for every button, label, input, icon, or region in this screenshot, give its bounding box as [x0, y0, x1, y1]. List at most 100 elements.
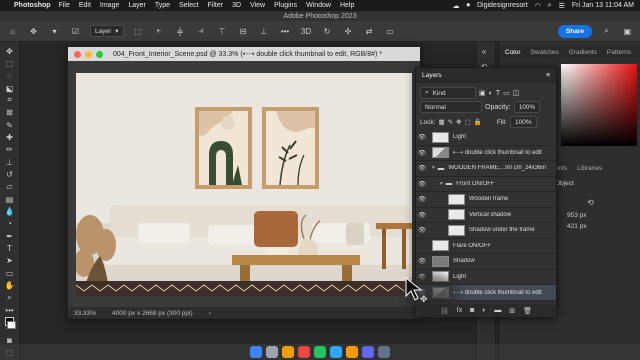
home-icon[interactable]: ⌂	[6, 25, 19, 38]
object-select-tool-icon[interactable]: ⬕	[3, 83, 17, 93]
frame-tool-icon[interactable]: ⊠	[3, 108, 17, 118]
visibility-eye-icon[interactable]: 👁	[416, 164, 428, 172]
chrome-icon[interactable]	[298, 346, 310, 358]
clock[interactable]: Fri Jan 13 11:04 AM	[572, 2, 634, 9]
layers-panel-header[interactable]: Layers ≡	[416, 68, 556, 83]
align-top-icon[interactable]: ⊤	[216, 25, 229, 38]
layer-thumbnail[interactable]	[432, 147, 449, 159]
clone-stamp-icon[interactable]: ⊥	[3, 157, 17, 167]
layer-name[interactable]: ⇠⇢ double click thumbnail to edit	[453, 149, 542, 156]
type-tool-icon[interactable]: T	[3, 243, 17, 253]
filter-adjust-icon[interactable]: ◐	[489, 90, 493, 97]
layer-row[interactable]: 👁 Wooden frame	[416, 192, 556, 208]
lock-paint-icon[interactable]: ✎	[448, 118, 453, 126]
video-icon[interactable]: ▭	[384, 25, 397, 38]
chevron-down-icon[interactable]: ▾	[432, 165, 435, 171]
menu-plugins[interactable]: Plugins	[274, 2, 297, 9]
chevron-down-icon[interactable]: ▾	[440, 181, 443, 187]
layer-name[interactable]: Shadow	[453, 258, 475, 264]
layer-name[interactable]: Shadow under the frame	[469, 227, 535, 233]
menu-3d[interactable]: 3D	[232, 2, 241, 9]
record-icon[interactable]: ⏺	[466, 2, 470, 10]
filter-type-icon[interactable]: T	[496, 90, 500, 97]
zoom-tool-icon[interactable]: ⌕	[3, 293, 17, 303]
tab-patterns[interactable]: Patterns	[607, 49, 631, 56]
auto-select-dropdown[interactable]: Layer ▾	[90, 25, 124, 37]
layer-thumbnail[interactable]	[448, 224, 465, 236]
collapse-icon[interactable]: «	[477, 46, 491, 57]
zoom-level[interactable]: 33.33%	[74, 310, 96, 317]
zoom-window-button[interactable]	[96, 50, 103, 58]
align-center-icon[interactable]: ╪	[174, 25, 187, 38]
menu-view[interactable]: View	[250, 2, 265, 9]
launchpad-icon[interactable]	[266, 346, 278, 358]
menu-image[interactable]: Image	[100, 2, 119, 9]
layer-row[interactable]: 👁 ⇠⇢ double click thumbnail to edit	[416, 146, 556, 161]
layer-name[interactable]: Light	[453, 134, 466, 140]
share-button[interactable]: Share	[557, 24, 592, 38]
move-tool-icon[interactable]: ✥	[3, 46, 17, 56]
filter-shape-icon[interactable]: ▭	[503, 89, 510, 97]
blur-tool-icon[interactable]: 💧	[3, 206, 17, 216]
visibility-eye-icon[interactable]: 👁	[416, 226, 428, 234]
layer-row[interactable]: Flare ON/OFF	[416, 239, 556, 254]
align-left-icon[interactable]: ⫦	[153, 25, 166, 38]
blend-mode-dropdown[interactable]: Normal	[420, 101, 482, 113]
brush-tool-icon[interactable]: ✏	[3, 145, 17, 155]
layer-row[interactable]: 👁 Vertical shadow	[416, 208, 556, 223]
photoshop-dock-icon[interactable]	[330, 346, 342, 358]
chevron-down-icon[interactable]: ▾	[48, 25, 61, 38]
layer-row[interactable]: 👁 ▾ ▬ Front ON/OFF	[416, 177, 556, 192]
panel-menu-icon[interactable]: ≡	[546, 72, 550, 79]
close-window-button[interactable]	[74, 50, 81, 58]
safari-icon[interactable]	[282, 346, 294, 358]
trash-icon[interactable]: 🗑	[523, 307, 532, 315]
history-brush-icon[interactable]: ↺	[3, 169, 17, 179]
layer-row[interactable]: 👁 Light	[416, 130, 556, 146]
layer-name[interactable]: WOODEN FRAME....90 cm_24x36in	[448, 165, 546, 171]
lock-all-icon[interactable]: 🔒	[474, 118, 482, 126]
settings-icon[interactable]	[362, 346, 374, 358]
minimize-window-button[interactable]	[85, 50, 92, 58]
healing-brush-icon[interactable]: ✚	[3, 132, 17, 142]
hand-tool-icon[interactable]: ✋	[3, 280, 17, 290]
pen-tool-icon[interactable]: ✒	[3, 231, 17, 241]
layer-row[interactable]: 👁 Shadow under the frame	[416, 223, 556, 239]
tab-gradients[interactable]: Gradients	[569, 49, 597, 56]
new-group-icon[interactable]: ▬	[494, 307, 501, 314]
new-adjustment-icon[interactable]: ◐	[482, 307, 486, 314]
background-color-swatch[interactable]	[7, 320, 16, 330]
layer-name[interactable]: Flare ON/OFF	[453, 243, 491, 249]
orbit-icon[interactable]: ↻	[321, 25, 334, 38]
menu-edit[interactable]: Edit	[79, 2, 91, 9]
search-icon[interactable]: ⌕	[600, 25, 613, 38]
menu-type[interactable]: Type	[155, 2, 170, 9]
menu-file[interactable]: File	[59, 2, 70, 9]
layer-name[interactable]: Vertical shadow	[469, 212, 511, 218]
layer-row[interactable]: 👁 Shadow	[416, 254, 556, 270]
document-tab[interactable]: 004_Front_Interior_Scene.psd @ 33.3% (⇠⇢…	[68, 47, 420, 61]
visibility-eye-icon[interactable]: 👁	[416, 257, 428, 265]
y-value[interactable]: 421 px	[567, 223, 587, 230]
trash-dock-icon[interactable]	[378, 346, 390, 358]
menu-window[interactable]: Window	[306, 2, 331, 9]
auto-select-checkbox[interactable]: ☑	[69, 25, 82, 38]
menu-layer[interactable]: Layer	[128, 2, 146, 9]
shape-tool-icon[interactable]: ▭	[3, 268, 17, 278]
menu-help[interactable]: Help	[340, 2, 354, 9]
lock-artboard-icon[interactable]: ⬚	[465, 118, 471, 126]
tab-libraries[interactable]: Libraries	[577, 165, 602, 172]
messages-icon[interactable]	[314, 346, 326, 358]
visibility-eye-icon[interactable]: 👁	[416, 133, 428, 141]
layer-name[interactable]: ⇠⇢ double click thumbnail to edit	[453, 289, 542, 296]
menu-filter[interactable]: Filter	[208, 2, 224, 9]
visibility-eye-icon[interactable]: 👁	[416, 149, 428, 157]
add-mask-icon[interactable]: ◙	[470, 307, 474, 314]
link-icon[interactable]: ⟲	[587, 198, 594, 207]
layer-thumbnail[interactable]	[432, 240, 449, 252]
tab-color[interactable]: Color	[505, 49, 521, 56]
lasso-tool-icon[interactable]: ◌	[3, 71, 17, 81]
align-bottom-icon[interactable]: ⊥	[258, 25, 271, 38]
layer-name[interactable]: Wooden frame	[469, 196, 508, 202]
illustrator-icon[interactable]	[346, 346, 358, 358]
